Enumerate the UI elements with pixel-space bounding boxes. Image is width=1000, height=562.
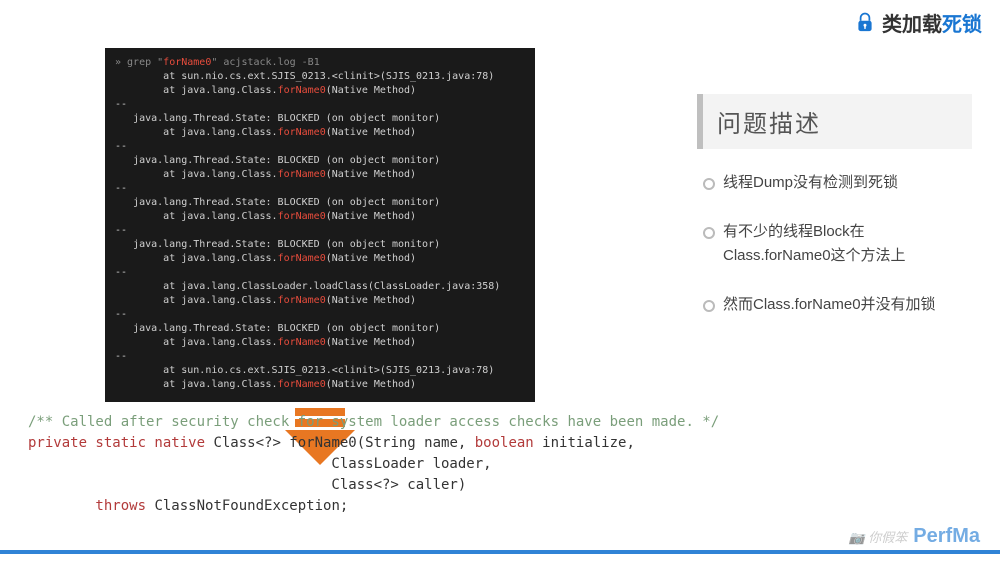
list-item: 线程Dump没有检测到死锁 — [703, 171, 972, 194]
code-keywords: private static native — [28, 435, 205, 451]
code-text: initialize, — [534, 435, 635, 451]
bullet-list: 线程Dump没有检测到死锁 有不少的线程Block在Class.forName0… — [697, 171, 972, 316]
code-text: Class<?> forName0(String name, — [205, 435, 475, 451]
lock-icon — [856, 12, 874, 34]
title-accent: 死锁 — [942, 14, 982, 36]
footer-divider — [0, 550, 1000, 554]
watermark-attribution: 📷 你假笨 — [848, 527, 907, 546]
list-item: 有不少的线程Block在Class.forName0这个方法上 — [703, 220, 972, 267]
code-text: ClassNotFoundException; — [146, 498, 348, 514]
list-item: 然而Class.forName0并没有加锁 — [703, 293, 972, 316]
code-line: Class<?> caller) — [28, 477, 466, 493]
watermark: 📷 你假笨 PerfMa — [848, 525, 980, 548]
section-title: 问题描述 — [717, 104, 958, 139]
code-keyword-boolean: boolean — [475, 435, 534, 451]
brand-logo: PerfMa — [913, 525, 980, 548]
title-plain: 类加载 — [882, 14, 942, 36]
code-comment: /** Called after security check for syst… — [28, 414, 719, 430]
code-keyword-throws: throws — [28, 498, 146, 514]
code-snippet: /** Called after security check for syst… — [28, 412, 719, 517]
sidebar: 问题描述 线程Dump没有检测到死锁 有不少的线程Block在Class.for… — [697, 94, 972, 342]
code-line: ClassLoader loader, — [28, 456, 492, 472]
terminal-output: » grep "forName0" acjstack.log -B1 at su… — [105, 48, 535, 402]
page-title: 类加载死锁 — [882, 8, 982, 37]
slide-header: 类加载死锁 — [856, 8, 982, 37]
section-title-box: 问题描述 — [697, 94, 972, 149]
